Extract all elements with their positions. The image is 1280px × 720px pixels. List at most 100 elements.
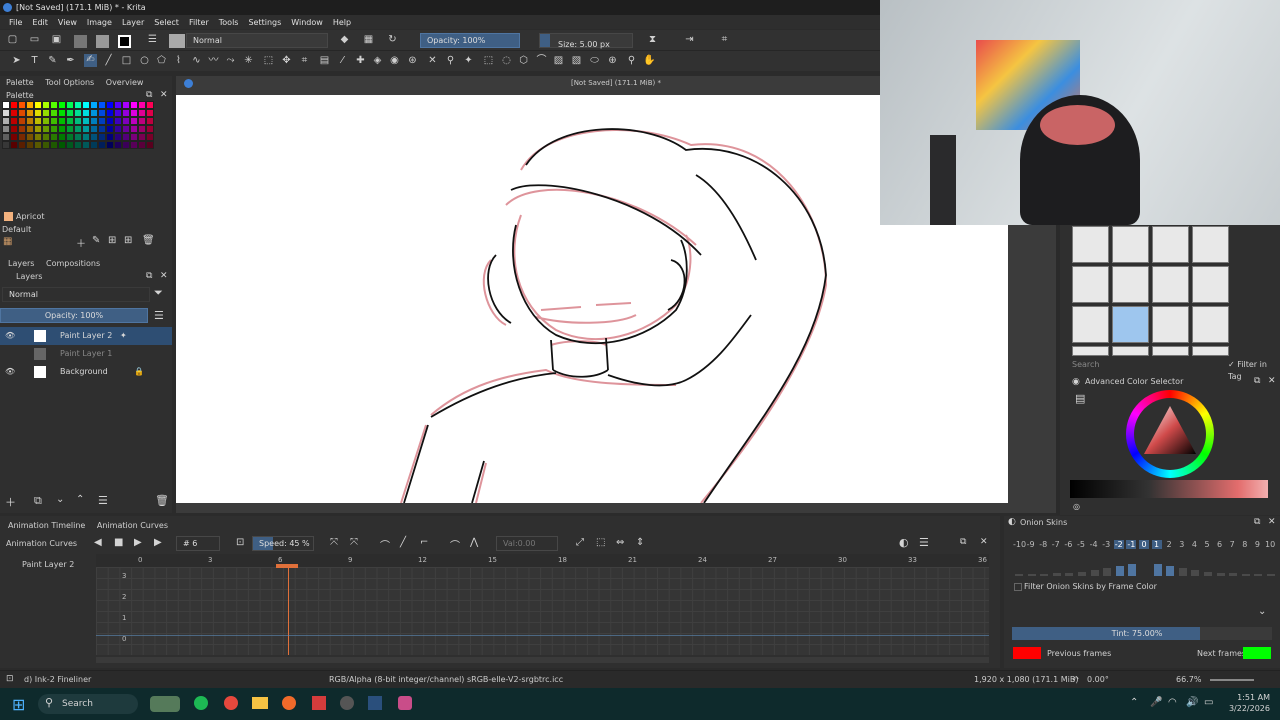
onion-opacity-bar[interactable] (1191, 570, 1200, 576)
timeline-menu-icon[interactable]: ☰ (919, 536, 929, 549)
grid-icon[interactable]: ⊞ (124, 235, 132, 246)
previous-frames-color[interactable] (1013, 647, 1041, 659)
onion-opacity-bar[interactable] (1052, 573, 1061, 576)
filter-onion-checkbox[interactable] (1014, 583, 1022, 591)
onion-frame-number[interactable]: 10 (1265, 540, 1275, 549)
onion-opacity-bar[interactable] (1115, 566, 1124, 576)
delete-swatch-icon[interactable]: 🗑 (142, 235, 155, 246)
brush-preset[interactable] (1192, 226, 1229, 263)
next-frames-color[interactable] (1243, 647, 1271, 659)
tab-compositions[interactable]: Compositions (46, 259, 100, 268)
padlock-icon[interactable]: 🔒 (134, 363, 144, 381)
curve-line[interactable] (96, 635, 989, 636)
measure-tool-icon[interactable]: ⚲ (444, 55, 457, 68)
onion-opacity-bar[interactable] (1078, 572, 1086, 576)
palette-swatch[interactable] (74, 101, 82, 109)
palette-swatch[interactable] (114, 133, 122, 141)
move-up-icon[interactable]: ⌃ (76, 494, 84, 505)
palette-swatch[interactable] (98, 133, 106, 141)
tab-animation-curves[interactable]: Animation Curves (97, 521, 168, 530)
close-timeline-icon[interactable]: ✕ (980, 537, 988, 547)
onion-opacity-bar[interactable] (1254, 574, 1263, 576)
previous-frame-icon[interactable]: ◀ (94, 537, 102, 548)
smart-patch-icon[interactable]: ✚ (354, 55, 367, 68)
menu-edit[interactable]: Edit (27, 18, 53, 27)
menu-view[interactable]: View (53, 18, 82, 27)
layer-row[interactable]: Paint Layer 1 (0, 345, 172, 363)
palette-swatch[interactable] (130, 101, 138, 109)
curve-graph[interactable] (96, 567, 989, 655)
brush-preset[interactable] (1112, 226, 1149, 263)
onion-frame-number[interactable]: -10 (1013, 540, 1026, 549)
palette-swatch[interactable] (114, 101, 122, 109)
onion-frame-number[interactable]: 8 (1240, 540, 1250, 549)
palette-swatch[interactable] (122, 101, 130, 109)
layer-menu-icon[interactable]: ☰ (154, 309, 164, 322)
onion-frame-number[interactable]: 1 (1151, 540, 1162, 549)
onion-frame-number[interactable]: -4 (1089, 540, 1099, 549)
onion-opacity-bar[interactable] (1153, 564, 1162, 576)
palette-swatch[interactable] (2, 141, 10, 149)
tab-palette[interactable]: Palette (6, 78, 34, 87)
palette-swatch[interactable] (26, 117, 34, 125)
close-dock-icon[interactable]: ✕ (160, 90, 168, 100)
fit-vertical-icon[interactable]: ⇕ (636, 537, 644, 548)
steam-icon[interactable] (368, 696, 382, 710)
layer-name[interactable]: Paint Layer 1 (60, 345, 112, 363)
palette-swatch[interactable] (26, 125, 34, 133)
palette-swatch[interactable] (10, 141, 18, 149)
palette-swatch[interactable] (138, 101, 146, 109)
polyline-tool-icon[interactable]: ⌇ (172, 55, 185, 68)
size-slider[interactable]: Size: 5.00 px (539, 33, 633, 49)
brush-settings-icon[interactable]: ☰ (146, 34, 159, 47)
multibrush-icon[interactable]: ✳ (242, 55, 255, 68)
onion-frame-number[interactable]: -5 (1076, 540, 1086, 549)
palette-swatch[interactable] (122, 109, 130, 117)
tangent-sharp-icon[interactable]: ⋀ (470, 537, 478, 548)
palette-swatch[interactable] (50, 141, 58, 149)
palette-swatch[interactable] (114, 125, 122, 133)
palette-swatch[interactable] (74, 117, 82, 125)
zoom-fit-range-icon[interactable]: ⬚ (596, 537, 605, 548)
pattern-swatch[interactable] (96, 35, 109, 48)
palette-swatch[interactable] (90, 109, 98, 117)
rotate-icon[interactable]: ↶ (1072, 671, 1079, 688)
brush-preset[interactable] (1112, 306, 1149, 343)
reload-icon[interactable]: ↻ (386, 34, 399, 47)
palette-swatch[interactable] (114, 117, 122, 125)
transform-tool-icon[interactable]: ⬚ (262, 55, 275, 68)
palette-swatch[interactable] (82, 133, 90, 141)
dynamic-brush-icon[interactable]: ⤳ (224, 55, 237, 68)
palette-swatch[interactable] (122, 133, 130, 141)
layer-row[interactable]: 👁 Background 🔒 (0, 363, 172, 381)
brush-preset[interactable] (1072, 226, 1109, 263)
palette-swatch[interactable] (90, 133, 98, 141)
add-key-icon[interactable]: ⤧ (330, 537, 338, 548)
palette-swatch[interactable] (146, 109, 154, 117)
palette-swatch[interactable] (66, 101, 74, 109)
brush-preset[interactable] (1192, 306, 1229, 343)
zoom-tool-icon[interactable]: ⚲ (625, 55, 638, 68)
palette-swatch[interactable] (50, 117, 58, 125)
current-brush[interactable]: d) Ink-2 Fineliner (24, 671, 91, 688)
palette-swatch[interactable] (106, 141, 114, 149)
palette-swatch[interactable] (130, 141, 138, 149)
palette-swatch[interactable] (114, 141, 122, 149)
brush-preset[interactable] (1192, 346, 1229, 356)
brush-preset[interactable] (1152, 266, 1189, 303)
menu-help[interactable]: Help (328, 18, 356, 27)
layer-name[interactable]: Paint Layer 2 (60, 327, 112, 345)
palette-swatch[interactable] (82, 109, 90, 117)
timeline-scrollbar[interactable] (96, 657, 989, 663)
freehand-path-icon[interactable]: 〰 (207, 55, 220, 68)
palette-swatch[interactable] (130, 117, 138, 125)
crop-icon[interactable]: ⌗ (718, 34, 731, 47)
palette-swatch[interactable] (66, 117, 74, 125)
palette-swatch[interactable] (2, 125, 10, 133)
palette-swatch[interactable] (10, 109, 18, 117)
frame-number-input[interactable]: # 6 (176, 536, 220, 551)
menu-window[interactable]: Window (286, 18, 328, 27)
tab-animation-timeline[interactable]: Animation Timeline (8, 521, 85, 530)
taskbar-time[interactable]: 1:51 AM (1230, 693, 1270, 702)
add-swatch-icon[interactable]: ＋ (76, 235, 86, 250)
